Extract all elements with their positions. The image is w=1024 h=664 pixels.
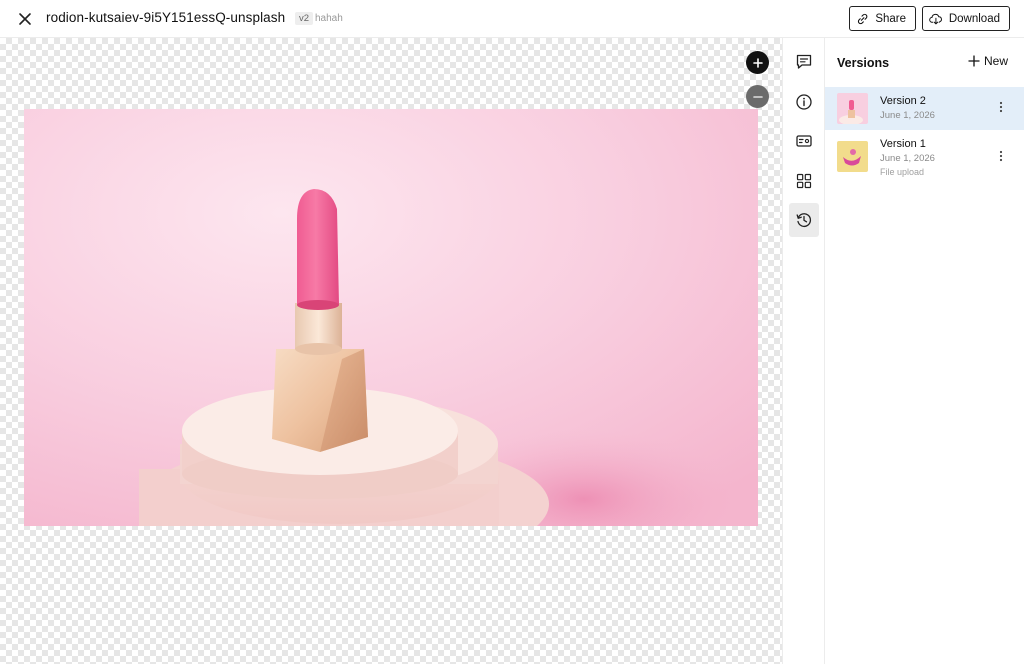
link-icon <box>857 13 868 24</box>
version-date: June 1, 2026 <box>880 153 935 164</box>
top-bar: rodion-kutsaiev-9i5Y151essQ-unsplash v2 … <box>0 0 1024 38</box>
version-name: Version 2 <box>880 95 926 107</box>
panel-title: Versions <box>837 56 890 70</box>
close-icon <box>19 13 31 25</box>
id-card-icon <box>796 135 812 147</box>
new-version-label: New <box>984 54 1009 68</box>
zoom-in-button[interactable] <box>746 51 769 74</box>
version-name: Version 1 <box>880 138 926 150</box>
history-icon <box>796 213 812 228</box>
sidebar-icon-rail <box>782 38 825 664</box>
version-item[interactable]: Version 2 June 1, 2026 <box>825 87 1024 130</box>
plus-icon <box>752 57 763 68</box>
share-button[interactable]: Share <box>849 6 916 31</box>
rail-metadata-button[interactable] <box>789 124 819 158</box>
comment-icon <box>796 54 812 69</box>
rail-info-button[interactable] <box>789 85 819 119</box>
more-vertical-icon <box>999 101 1003 113</box>
version-thumbnail <box>837 93 868 124</box>
version-badge: v2 <box>295 12 314 25</box>
close-button[interactable] <box>14 8 36 30</box>
plus-icon <box>968 55 980 67</box>
version-thumbnail <box>837 141 868 172</box>
version-note: hahah <box>315 13 343 24</box>
download-button[interactable]: Download <box>922 6 1010 31</box>
rail-history-button[interactable] <box>789 203 819 237</box>
lipstick-photo <box>24 109 758 526</box>
share-label: Share <box>875 12 906 25</box>
download-label: Download <box>948 12 1000 25</box>
grid-icon <box>796 173 812 189</box>
rail-comments-button[interactable] <box>789 45 819 79</box>
cloud-download-icon <box>929 13 942 24</box>
version-note-text: File upload <box>880 167 925 177</box>
version-item[interactable]: Version 1 June 1, 2026 File upload <box>825 130 1024 180</box>
rail-collections-button[interactable] <box>789 164 819 198</box>
image-canvas[interactable] <box>0 38 782 664</box>
new-version-button[interactable]: New <box>968 54 1008 68</box>
version-more-button[interactable] <box>993 148 1009 164</box>
info-icon <box>796 94 812 110</box>
minus-icon <box>752 95 763 98</box>
versions-panel: Versions New Version 2 June 1, 2026 Vers… <box>825 38 1024 664</box>
zoom-out-button[interactable] <box>746 85 769 108</box>
version-more-button[interactable] <box>993 99 1009 115</box>
more-vertical-icon <box>999 150 1003 162</box>
version-date: June 1, 2026 <box>880 110 935 121</box>
file-title: rodion-kutsaiev-9i5Y151essQ-unsplash <box>46 10 286 25</box>
